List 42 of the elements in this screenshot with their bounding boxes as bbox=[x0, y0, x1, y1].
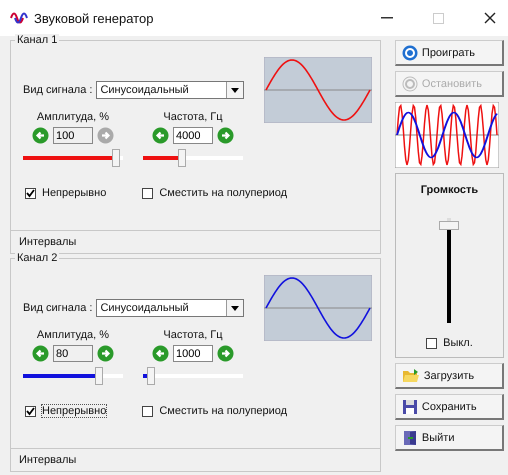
parameter-label: Амплитуда, % bbox=[36, 329, 110, 341]
continuous-checkbox[interactable]: Непрерывно bbox=[25, 187, 106, 199]
toolbar-button[interactable]: Сохранить bbox=[394, 394, 504, 420]
value-field[interactable]: 100 bbox=[53, 127, 93, 144]
window-title: Звуковой генератор bbox=[34, 10, 154, 26]
signal-type-label: Вид сигнала : bbox=[23, 84, 92, 96]
value-field[interactable]: 80 bbox=[53, 345, 93, 362]
signal-type-dropdown[interactable]: Синусоидальный bbox=[96, 299, 244, 317]
slider-thumb[interactable] bbox=[112, 149, 120, 167]
value-field[interactable]: 4000 bbox=[173, 127, 213, 144]
dropdown-arrow-icon bbox=[231, 88, 240, 92]
intervals-panel-header[interactable]: Интервалы bbox=[10, 230, 381, 254]
signal-type-dropdown[interactable]: Синусоидальный bbox=[96, 81, 244, 99]
volume-title: Громкость bbox=[420, 184, 478, 196]
toolbar-button[interactable]: Выйти bbox=[394, 425, 504, 451]
slider-thumb[interactable] bbox=[178, 149, 186, 167]
play-icon bbox=[402, 44, 418, 60]
continuous-checkbox[interactable]: Непрерывно bbox=[25, 405, 106, 417]
signal-type-label: Вид сигнала : bbox=[23, 302, 92, 314]
dropdown-arrow-icon bbox=[231, 306, 240, 310]
app-wave-icon bbox=[10, 11, 28, 25]
volume-slider-thumb[interactable] bbox=[439, 220, 460, 230]
maximize-icon bbox=[433, 12, 444, 24]
parameter-label: Частота, Гц bbox=[163, 329, 223, 341]
parameter-label: Амплитуда, % bbox=[36, 111, 110, 123]
mute-checkbox[interactable]: Выкл. bbox=[426, 337, 473, 349]
intervals-panel-header[interactable]: Интервалы bbox=[10, 448, 381, 472]
minimize-icon[interactable] bbox=[381, 17, 393, 19]
shift-half-period-checkbox[interactable]: Сместить на полупериод bbox=[142, 187, 288, 199]
slider-thumb[interactable] bbox=[94, 367, 103, 385]
stop-icon bbox=[402, 76, 418, 92]
door-icon bbox=[402, 430, 418, 446]
channel-title: Канал 1 bbox=[15, 34, 60, 46]
parameter-label: Частота, Гц bbox=[163, 111, 223, 123]
shift-half-period-checkbox[interactable]: Сместить на полупериод bbox=[142, 405, 288, 417]
slider-thumb[interactable] bbox=[146, 367, 155, 385]
folder-icon bbox=[402, 368, 420, 384]
channel-title: Канал 2 bbox=[15, 252, 60, 264]
toolbar-button[interactable]: Проиграть bbox=[394, 40, 504, 66]
value-field[interactable]: 1000 bbox=[173, 345, 213, 362]
toolbar-button[interactable]: Загрузить bbox=[394, 363, 504, 389]
close-icon[interactable] bbox=[484, 12, 496, 24]
